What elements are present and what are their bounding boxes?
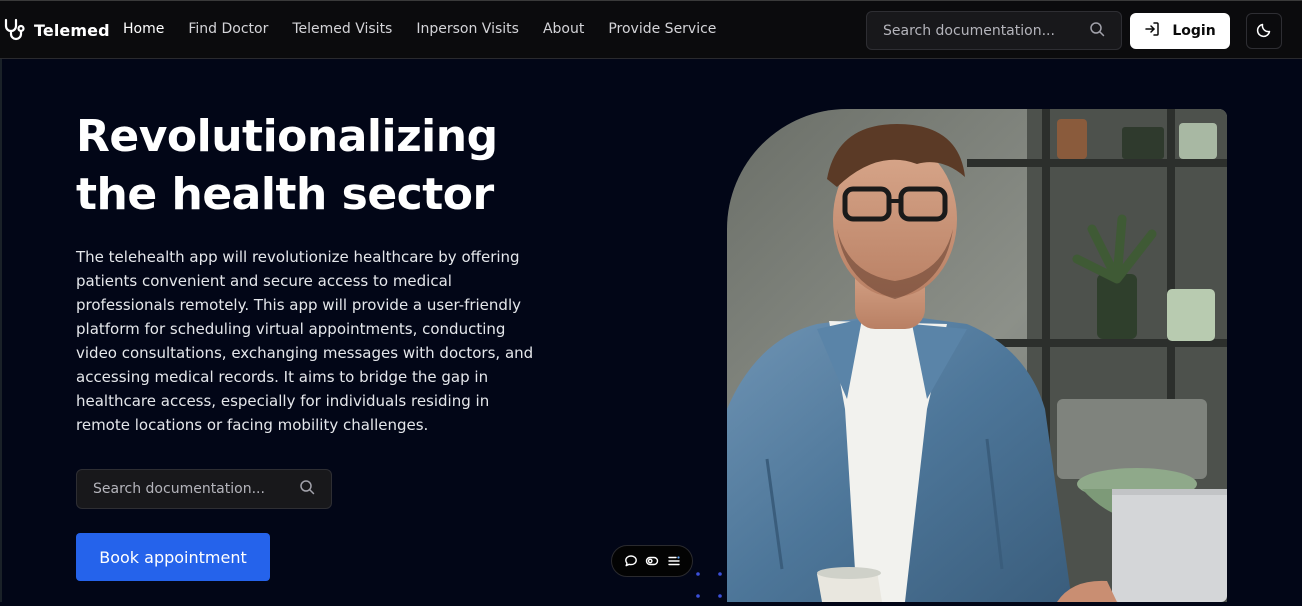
- stethoscope-icon: [2, 17, 28, 43]
- header-search-box: [866, 11, 1122, 50]
- nav-item-find-doctor[interactable]: Find Doctor: [188, 21, 268, 37]
- search-icon[interactable]: [299, 479, 315, 499]
- top-navbar: Telemed Home Find Doctor Telemed Visits …: [0, 0, 1302, 59]
- main-nav: Home Find Doctor Telemed Visits Inperson…: [123, 21, 716, 37]
- brand-link[interactable]: Telemed: [2, 17, 110, 43]
- nav-item-provide-service[interactable]: Provide Service: [608, 21, 716, 37]
- hero-title-line-1: Revolutionalizing: [76, 111, 498, 162]
- hero-image: [727, 109, 1227, 602]
- hero-description: The telehealth app will revolutionize he…: [76, 248, 534, 434]
- book-appointment-button[interactable]: Book appointment: [76, 533, 270, 581]
- header-search-input[interactable]: [883, 22, 1089, 39]
- sign-in-icon: [1144, 21, 1160, 41]
- toggle-icon[interactable]: [645, 554, 659, 568]
- search-icon[interactable]: [1089, 21, 1105, 41]
- moon-icon: [1256, 22, 1272, 41]
- decorative-dots: [692, 570, 724, 602]
- hero-search-input[interactable]: [93, 481, 299, 497]
- theme-toggle-button[interactable]: [1246, 13, 1282, 49]
- list-icon[interactable]: [667, 554, 681, 568]
- hero-title: Revolutionalizing the health sector: [76, 108, 596, 224]
- nav-item-about[interactable]: About: [543, 21, 584, 37]
- nav-item-inperson-visits[interactable]: Inperson Visits: [416, 21, 519, 37]
- left-edge-divider: [0, 59, 2, 602]
- nav-item-telemed-visits[interactable]: Telemed Visits: [292, 21, 392, 37]
- chat-bubble-icon[interactable]: [624, 554, 638, 568]
- hero-title-line-2: the health sector: [76, 169, 494, 220]
- floating-toolbar: [611, 545, 693, 577]
- brand-name: Telemed: [34, 20, 110, 40]
- nav-item-home[interactable]: Home: [123, 21, 164, 37]
- login-label: Login: [1172, 23, 1216, 39]
- login-button[interactable]: Login: [1130, 13, 1230, 49]
- hero-search-box: [76, 469, 332, 509]
